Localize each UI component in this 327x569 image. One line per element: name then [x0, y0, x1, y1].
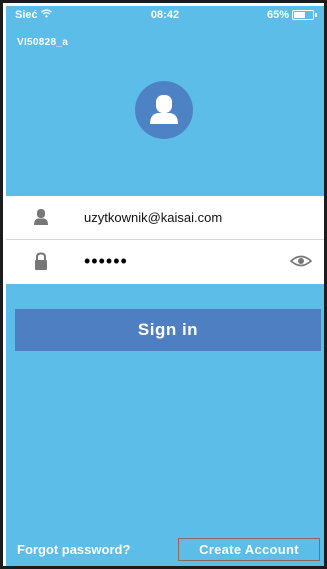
- battery-percent: 65%: [266, 9, 289, 21]
- username-field[interactable]: uzytkownik@kaisai.com: [6, 196, 324, 240]
- battery-status: 65%: [266, 9, 317, 21]
- battery-icon: [292, 10, 317, 20]
- password-value: ••••••: [84, 251, 128, 271]
- lock-icon: [33, 252, 49, 276]
- battery-tip: [315, 13, 317, 17]
- phone-frame: Sieć 08:42 65% VI50828_a uzytkownik@kais…: [0, 0, 327, 569]
- username-value: uzytkownik@kaisai.com: [84, 210, 223, 225]
- app-screen: Sieć 08:42 65% VI50828_a uzytkownik@kais…: [6, 6, 324, 566]
- password-field[interactable]: ••••••: [6, 240, 324, 284]
- login-form: uzytkownik@kaisai.com ••••••: [6, 196, 324, 284]
- device-name: VI50828_a: [17, 37, 69, 48]
- status-bar: Sieć 08:42 65%: [6, 6, 324, 24]
- user-icon: [33, 208, 49, 231]
- forgot-password-link[interactable]: Forgot password?: [17, 542, 130, 557]
- battery-level: [294, 12, 305, 18]
- user-avatar-icon: [135, 81, 193, 139]
- eye-icon[interactable]: [289, 254, 313, 273]
- create-account-button[interactable]: Create Account: [178, 538, 320, 561]
- sign-in-button[interactable]: Sign in: [15, 309, 321, 351]
